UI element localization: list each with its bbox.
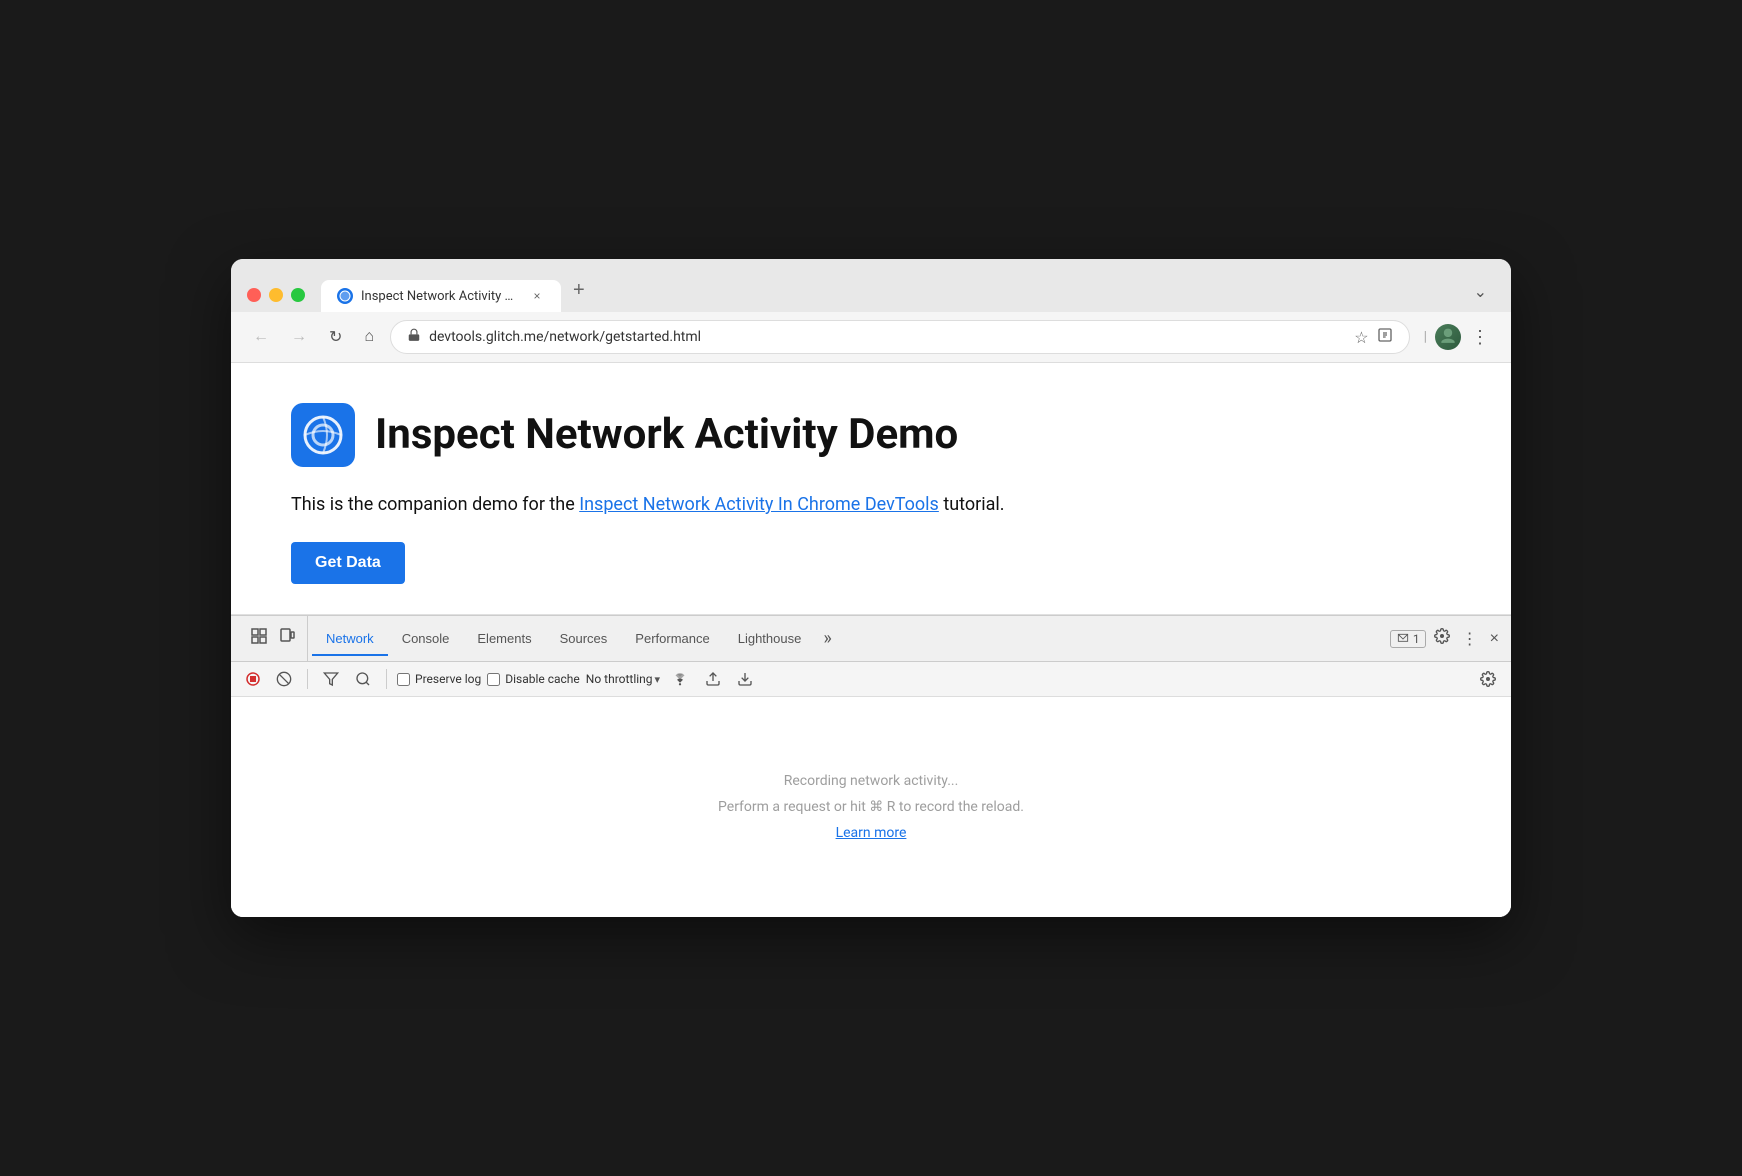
forward-button[interactable]: →	[285, 324, 313, 350]
page-description: This is the companion demo for the Inspe…	[291, 491, 1451, 518]
recording-text: Recording network activity...	[784, 773, 959, 789]
tab-bar: Inspect Network Activity Dem × + ⌄	[321, 271, 1495, 312]
learn-more-link[interactable]: Learn more	[836, 825, 907, 841]
extension-icon[interactable]	[1377, 327, 1393, 347]
network-empty-state: Recording network activity... Perform a …	[231, 697, 1511, 917]
devtools-settings-button[interactable]	[1430, 624, 1454, 653]
download-button[interactable]	[732, 668, 758, 690]
disable-cache-text: Disable cache	[505, 672, 580, 686]
clear-button[interactable]	[271, 668, 297, 690]
preserve-log-checkbox[interactable]	[397, 673, 410, 686]
tab-performance[interactable]: Performance	[621, 623, 723, 656]
new-tab-button[interactable]: +	[561, 271, 597, 312]
toolbar-separator-1	[307, 669, 308, 689]
active-tab[interactable]: Inspect Network Activity Dem ×	[321, 280, 561, 312]
refresh-button[interactable]: ↻	[323, 323, 348, 351]
devtools-more-button[interactable]: ⋮	[1458, 625, 1482, 653]
message-count: 1	[1413, 632, 1420, 646]
tab-title: Inspect Network Activity Dem	[361, 289, 521, 304]
devtools-tab-icons	[239, 616, 308, 661]
page-title: Inspect Network Activity Demo	[375, 410, 958, 460]
avatar	[1435, 324, 1461, 350]
throttle-arrow: ▾	[655, 673, 661, 686]
cursor-tool-button[interactable]	[247, 624, 271, 653]
filter-button[interactable]	[318, 668, 344, 690]
tab-lighthouse[interactable]: Lighthouse	[724, 623, 816, 656]
tab-elements[interactable]: Elements	[463, 623, 545, 656]
message-badge[interactable]: 1	[1390, 630, 1426, 648]
throttle-label: No throttling	[586, 672, 653, 686]
devtools-close-button[interactable]: ×	[1486, 626, 1503, 652]
get-data-button[interactable]: Get Data	[291, 542, 405, 584]
minimize-button[interactable]	[269, 288, 283, 302]
disable-cache-checkbox[interactable]	[487, 673, 500, 686]
devtools-panel: Network Console Elements Sources Perform…	[231, 615, 1511, 917]
disable-cache-label[interactable]: Disable cache	[487, 672, 580, 686]
search-button[interactable]	[350, 668, 376, 690]
main-content: Inspect Network Activity Demo This is th…	[231, 363, 1511, 615]
bookmark-icon[interactable]: ☆	[1354, 328, 1368, 347]
page-logo	[291, 403, 355, 467]
toolbar-separator-2	[386, 669, 387, 689]
tab-console[interactable]: Console	[388, 623, 464, 656]
wifi-settings-button[interactable]	[666, 669, 694, 689]
stop-recording-button[interactable]	[241, 669, 265, 689]
tab-sources[interactable]: Sources	[546, 623, 622, 656]
network-settings-button[interactable]	[1475, 668, 1501, 690]
more-tabs-button[interactable]: »	[815, 620, 839, 657]
window-controls	[247, 288, 305, 312]
upload-button[interactable]	[700, 668, 726, 690]
device-mode-button[interactable]	[275, 624, 299, 653]
browser-window: Inspect Network Activity Dem × + ⌄ ← → ↻…	[231, 259, 1511, 917]
preserve-log-label[interactable]: Preserve log	[397, 672, 481, 686]
url-bar[interactable]: devtools.glitch.me/network/getstarted.ht…	[390, 320, 1410, 354]
title-bar: Inspect Network Activity Dem × + ⌄	[231, 259, 1511, 312]
toolbar-right	[1475, 668, 1501, 690]
tab-close-button[interactable]: ×	[529, 288, 545, 304]
browser-more-button[interactable]: ⋮	[1465, 323, 1495, 352]
maximize-button[interactable]	[291, 288, 305, 302]
record-hint: Perform a request or hit ⌘ R to record t…	[718, 799, 1024, 815]
tab-favicon-icon	[337, 288, 353, 304]
devtools-tabs: Network Console Elements Sources Perform…	[231, 616, 1511, 662]
page-header: Inspect Network Activity Demo	[291, 403, 1451, 467]
preserve-log-text: Preserve log	[415, 672, 481, 686]
tab-network[interactable]: Network	[312, 623, 388, 656]
devtools-tabs-right: 1 ⋮ ×	[1390, 624, 1503, 653]
close-button[interactable]	[247, 288, 261, 302]
throttle-control[interactable]: No throttling ▾	[586, 672, 660, 686]
url-text: devtools.glitch.me/network/getstarted.ht…	[429, 329, 1346, 345]
address-bar: ← → ↻ ⌂ devtools.glitch.me/network/getst…	[231, 312, 1511, 363]
address-bar-right: | ⋮	[1420, 323, 1495, 352]
security-icon	[407, 328, 421, 346]
home-button[interactable]: ⌂	[358, 324, 380, 350]
tab-dropdown-button[interactable]: ⌄	[1466, 274, 1495, 312]
tutorial-link[interactable]: Inspect Network Activity In Chrome DevTo…	[579, 494, 939, 515]
back-button[interactable]: ←	[247, 324, 275, 350]
network-toolbar: Preserve log Disable cache No throttling…	[231, 662, 1511, 697]
